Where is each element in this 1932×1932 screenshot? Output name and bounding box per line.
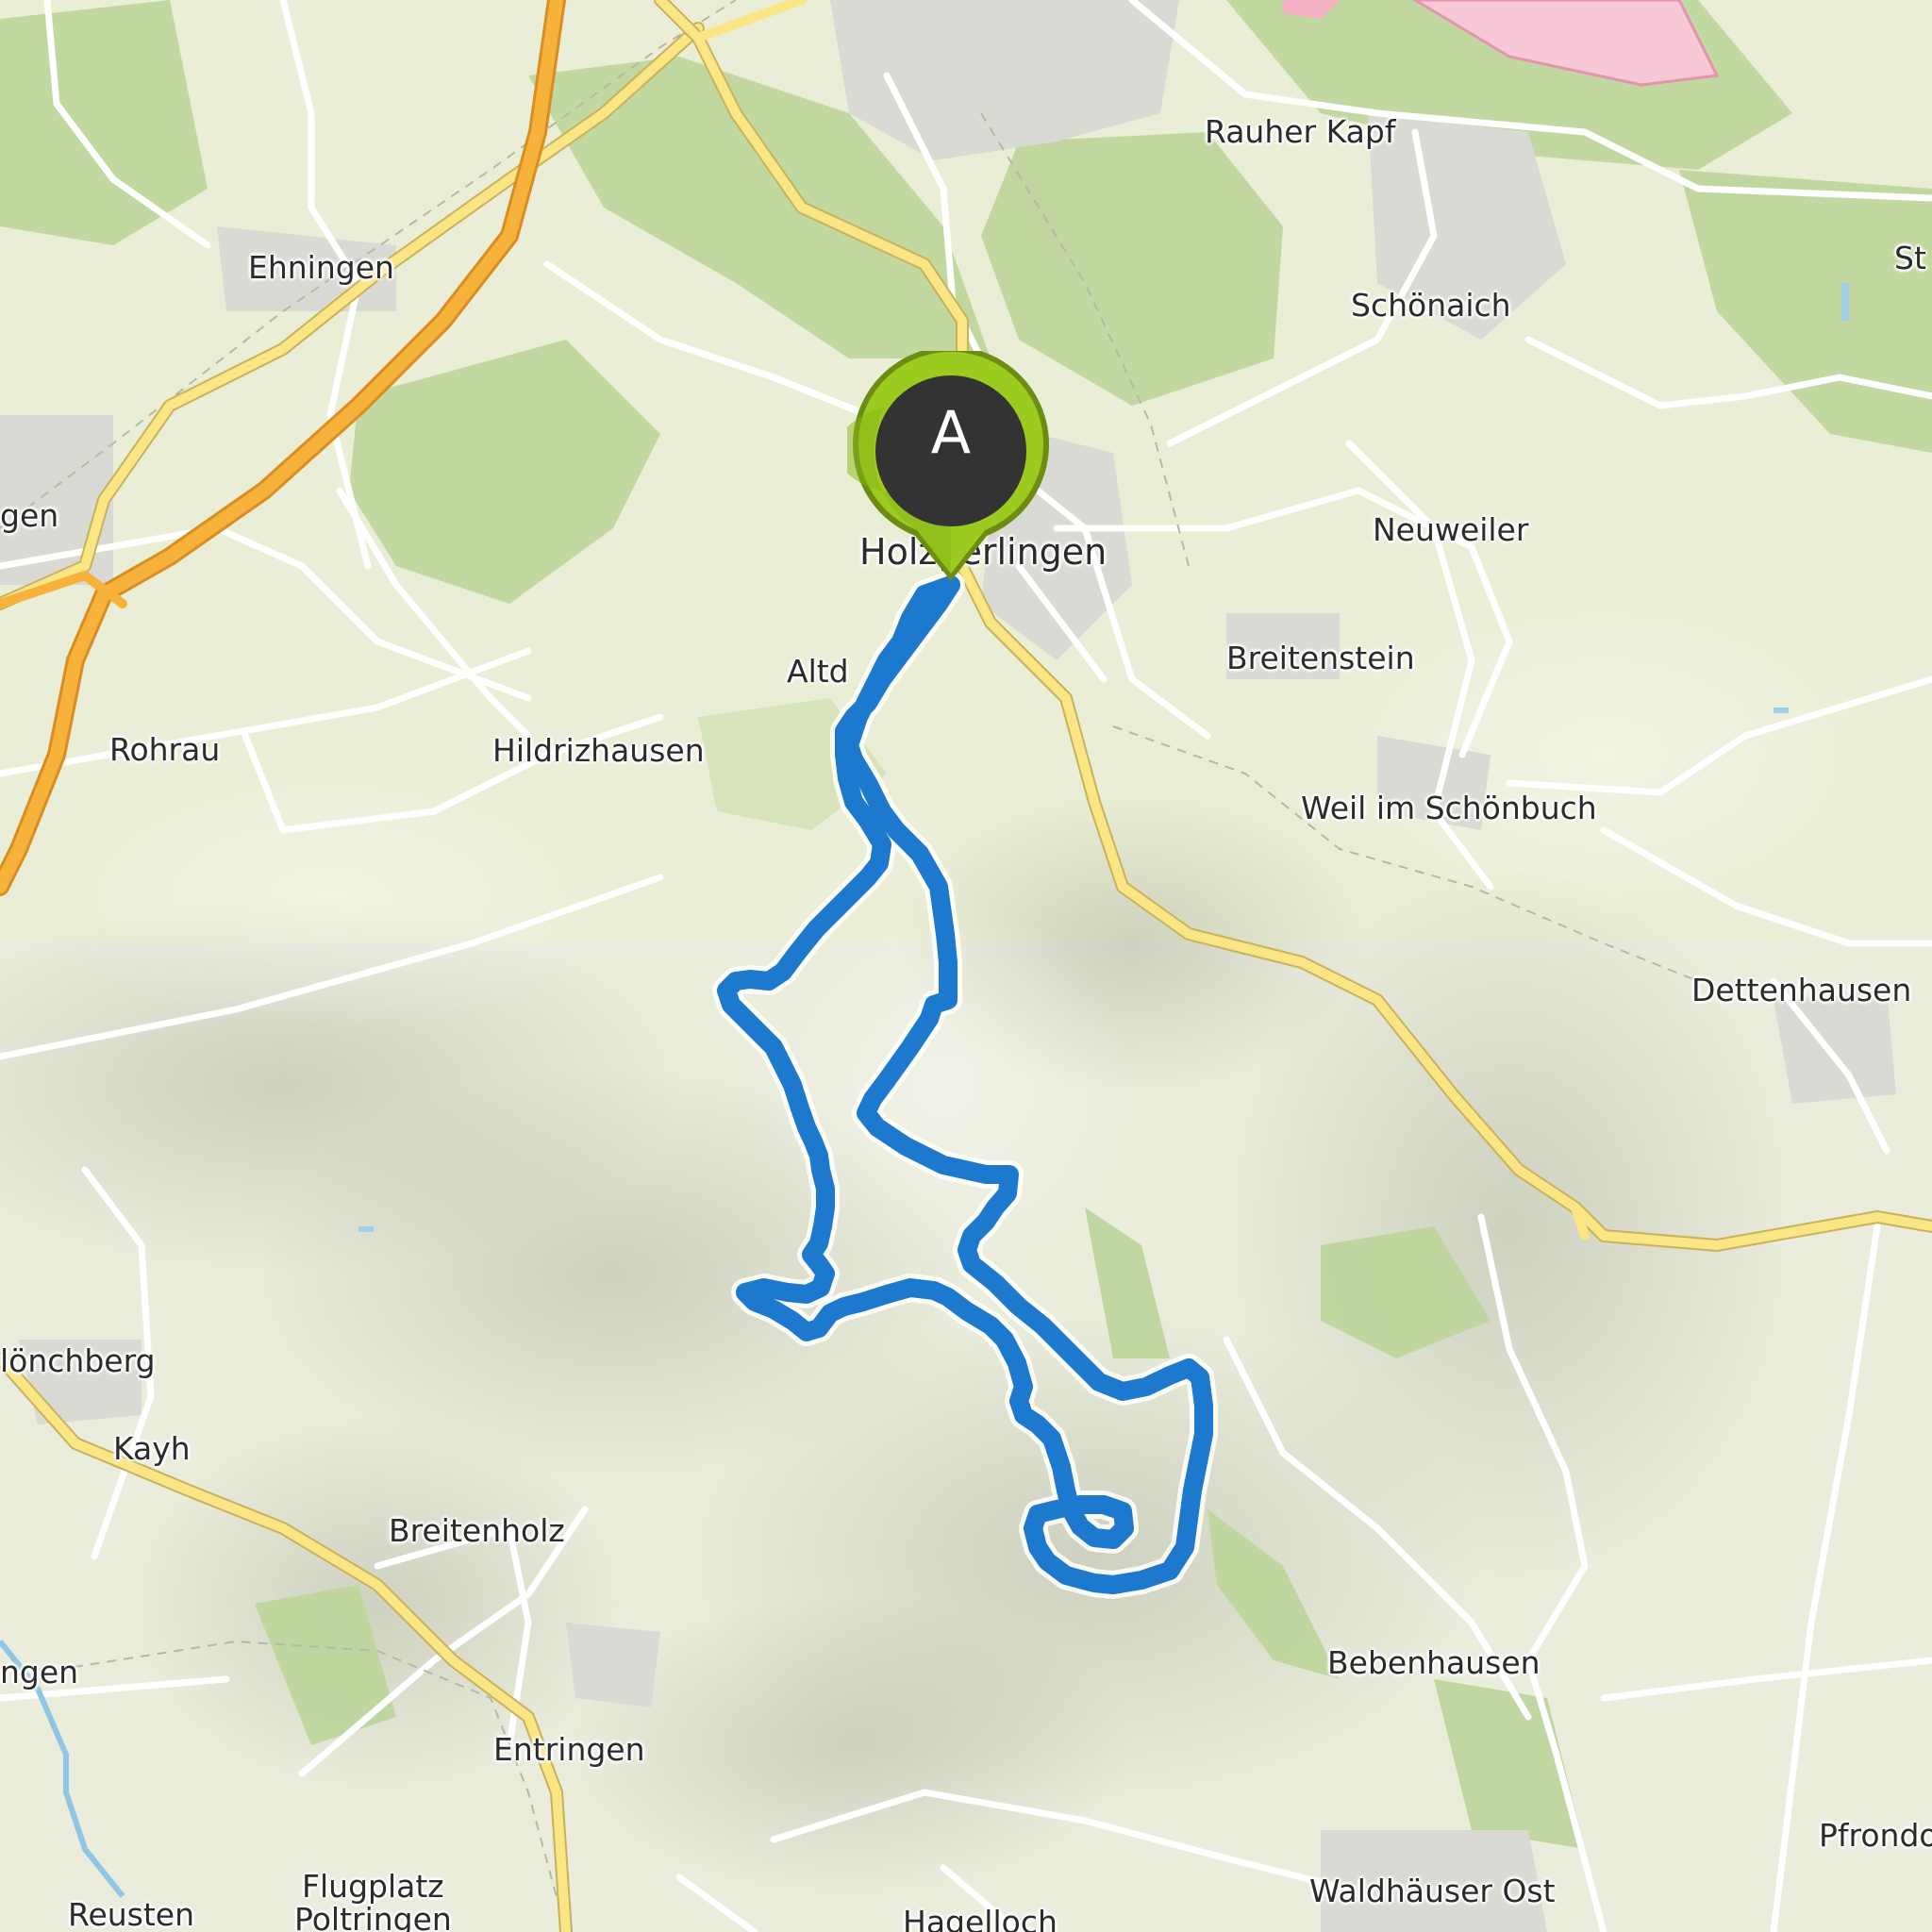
place-label-hildrizhausen: Hildrizhausen <box>492 732 705 769</box>
place-label-flugplatz: Flugplatz <box>302 1868 444 1905</box>
place-label-poltringen: Poltringen <box>294 1901 452 1932</box>
place-label-weil-im-schoenbuch: Weil im Schönbuch <box>1301 790 1597 826</box>
place-label-ngen: ngen <box>0 1654 79 1690</box>
place-label-rauher-kapf: Rauher Kapf <box>1205 113 1396 150</box>
place-label-waldhaeuser-ost: Waldhäuser Ost <box>1309 1873 1556 1909</box>
place-label-dettenhausen: Dettenhausen <box>1691 972 1912 1008</box>
place-label-neuweiler: Neuweiler <box>1373 511 1529 548</box>
place-label-breitenstein: Breitenstein <box>1226 640 1415 676</box>
place-label-ehningen: Ehningen <box>248 249 394 286</box>
place-label-st: St <box>1894 240 1926 276</box>
start-marker-letter: A <box>930 398 972 467</box>
place-label-moenchberg: lönchberg <box>0 1342 156 1379</box>
place-label-gen: gen <box>0 497 59 534</box>
place-label-schoenaich: Schönaich <box>1351 287 1511 324</box>
place-label-kayh: Kayh <box>113 1430 191 1467</box>
place-label-entringen: Entringen <box>493 1731 645 1768</box>
start-marker[interactable]: A <box>847 351 1055 587</box>
place-label-altdorf: Altd <box>787 653 849 690</box>
map-pin-icon <box>847 351 1049 581</box>
place-label-hagelloch: Hagelloch <box>903 1904 1058 1932</box>
place-label-pfrondorf: Pfrondo <box>1819 1817 1932 1854</box>
map-base-layer <box>0 0 1932 1932</box>
map-canvas[interactable]: Rauher Kapf Ehningen Schönaich St gen Ne… <box>0 0 1932 1932</box>
place-label-breitenholz: Breitenholz <box>389 1512 565 1549</box>
place-label-bebenhausen: Bebenhausen <box>1327 1644 1541 1681</box>
place-label-reusten: Reusten <box>68 1896 195 1932</box>
place-label-rohrau: Rohrau <box>109 731 221 768</box>
